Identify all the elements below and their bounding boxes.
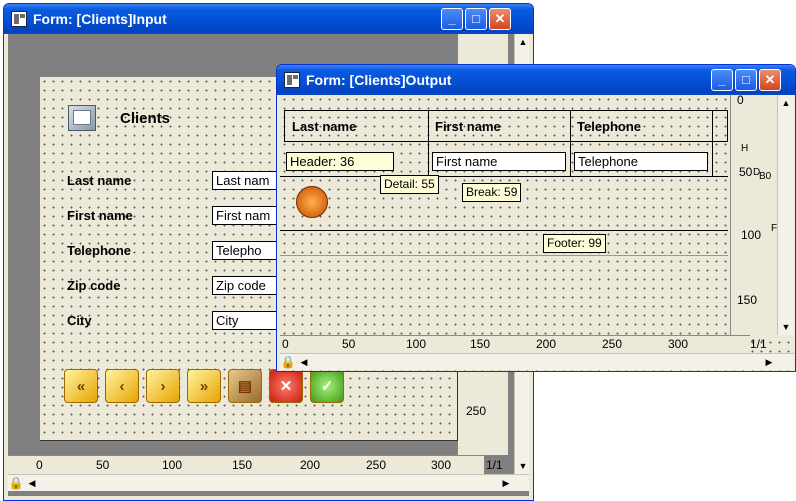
output-vruler-50: 50	[739, 165, 753, 179]
scroll-right-icon[interactable]: ▶	[498, 475, 514, 491]
scroll-left-icon[interactable]: ◀	[296, 354, 312, 370]
input-window-titlebar[interactable]: Form: [Clients]Input _ □ ✕	[4, 4, 533, 34]
output-hruler-250: 250	[602, 337, 623, 351]
output-form-window[interactable]: Form: [Clients]Output _ □ ✕ Last name Fi…	[276, 64, 796, 372]
output-hruler-200: 200	[536, 337, 557, 351]
input-page-indicator: 1/1	[486, 458, 503, 472]
output-form-icon[interactable]	[296, 186, 328, 218]
last-name-column-header[interactable]: Last name	[292, 119, 356, 134]
form-window-icon	[284, 72, 300, 88]
delete-record-button[interactable]: ✕	[269, 369, 303, 403]
telephone-column-header[interactable]: Telephone	[577, 119, 641, 134]
break-line	[280, 230, 728, 231]
input-horizontal-scrollbar[interactable]: 🔒 ◀ ▶	[8, 474, 529, 491]
scroll-up-icon[interactable]: ▲	[515, 34, 529, 50]
input-hruler-150: 150	[232, 458, 253, 472]
first-record-button[interactable]: «	[64, 369, 98, 403]
zip-code-label: Zip code	[67, 278, 121, 293]
last-name-label: Last name	[67, 173, 132, 188]
close-button[interactable]: ✕	[759, 69, 781, 91]
output-vruler-150: 150	[737, 293, 758, 307]
output-window-title: Form: [Clients]Output	[306, 72, 452, 88]
previous-record-button[interactable]: ‹	[105, 369, 139, 403]
header-marker[interactable]: Header: 36	[286, 152, 394, 171]
minimize-button[interactable]: _	[441, 8, 463, 30]
output-page-indicator: 1/1	[750, 337, 767, 351]
telephone-label: Telephone	[67, 243, 132, 258]
input-vruler-250: 250	[466, 404, 487, 418]
output-window-titlebar[interactable]: Form: [Clients]Output _ □ ✕	[277, 65, 795, 95]
scroll-right-icon[interactable]: ▶	[761, 354, 777, 370]
scroll-left-icon[interactable]: ◀	[24, 475, 40, 491]
lock-icon[interactable]: 🔒	[280, 354, 296, 370]
output-vertical-scrollbar[interactable]: ▲ ▼	[777, 95, 794, 335]
close-button[interactable]: ✕	[489, 8, 511, 30]
input-window-title: Form: [Clients]Input	[33, 11, 167, 27]
column-divider	[712, 110, 713, 176]
form-title: Clients	[120, 110, 171, 127]
lock-icon[interactable]: 🔒	[8, 475, 24, 491]
scroll-down-icon[interactable]: ▼	[778, 319, 794, 335]
scroll-down-icon[interactable]: ▼	[515, 458, 529, 474]
column-divider	[570, 110, 571, 176]
output-vruler-h: H	[741, 143, 749, 154]
input-hruler-200: 200	[300, 458, 321, 472]
maximize-button[interactable]: □	[735, 69, 757, 91]
detail-marker[interactable]: Detail: 55	[380, 175, 439, 194]
form-window-icon	[11, 11, 27, 27]
input-hruler-0: 0	[36, 458, 43, 472]
output-vruler-0: 0	[737, 95, 744, 107]
footer-marker[interactable]: Footer: 99	[543, 234, 606, 253]
output-hruler-150: 150	[470, 337, 491, 351]
output-hruler-0: 0	[282, 337, 289, 351]
output-form-canvas[interactable]: Last name First name Telephone Header: 3…	[280, 95, 795, 371]
telephone-output-field[interactable]: Telephone	[574, 152, 708, 171]
input-horizontal-ruler: 0 50 100 150 200 250 300	[8, 455, 484, 474]
maximize-button[interactable]: □	[465, 8, 487, 30]
output-vertical-ruler: 0 H 50 D B0 100 F 150	[730, 95, 777, 339]
column-divider	[428, 110, 429, 176]
accept-record-button[interactable]: ✓	[310, 369, 344, 403]
next-record-button[interactable]: ›	[146, 369, 180, 403]
header-line	[280, 176, 728, 177]
output-horizontal-ruler: 0 50 100 150 200 250 300	[280, 335, 750, 353]
footer-line	[280, 255, 728, 256]
minimize-button[interactable]: _	[711, 69, 733, 91]
output-hruler-50: 50	[342, 337, 356, 351]
output-hruler-100: 100	[406, 337, 427, 351]
record-list-button[interactable]: ▤	[228, 369, 262, 403]
input-hruler-50: 50	[96, 458, 110, 472]
last-record-button[interactable]: »	[187, 369, 221, 403]
break-marker[interactable]: Break: 59	[462, 183, 522, 202]
input-hruler-100: 100	[162, 458, 183, 472]
first-name-label: First name	[67, 208, 133, 223]
input-hruler-300: 300	[431, 458, 452, 472]
city-label: City	[67, 313, 92, 328]
clients-table-icon	[68, 105, 96, 131]
scroll-up-icon[interactable]: ▲	[778, 95, 794, 111]
output-horizontal-scrollbar[interactable]: 🔒 ◀ ▶	[280, 353, 794, 370]
first-name-output-field[interactable]: First name	[432, 152, 566, 171]
input-hruler-250: 250	[366, 458, 387, 472]
first-name-column-header[interactable]: First name	[435, 119, 501, 134]
output-vruler-100: 100	[741, 228, 762, 242]
output-vruler-b0: B0	[759, 171, 772, 182]
output-hruler-300: 300	[668, 337, 689, 351]
